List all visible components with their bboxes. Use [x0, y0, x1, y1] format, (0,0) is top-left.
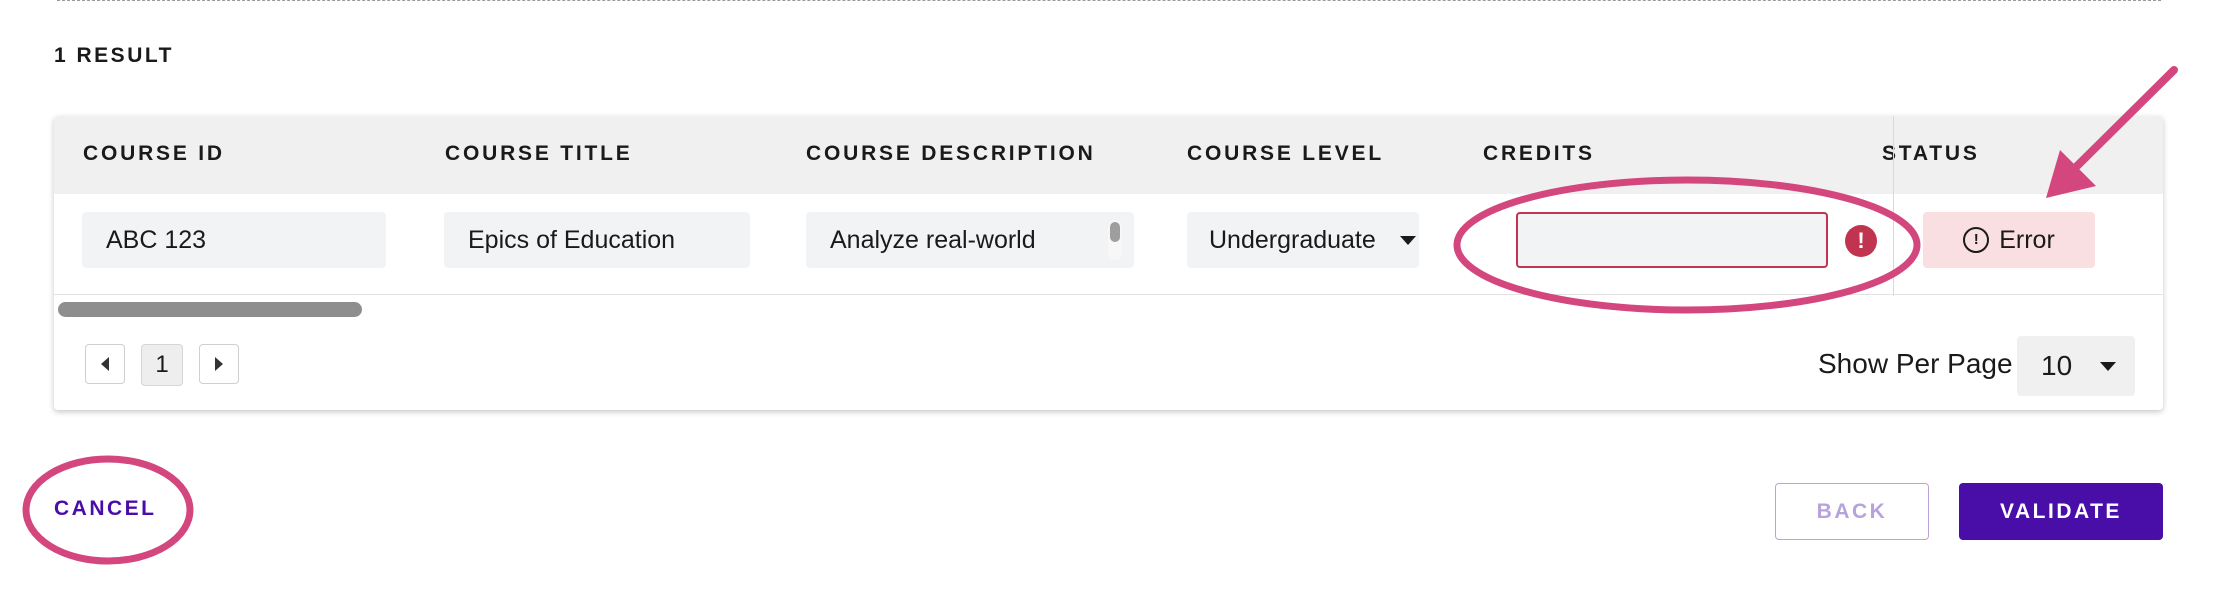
caret-left-icon — [101, 357, 109, 371]
course-description-field[interactable]: Analyze real-world — [806, 212, 1134, 268]
cancel-button[interactable]: CANCEL — [54, 497, 157, 521]
validate-button[interactable]: VALIDATE — [1959, 483, 2163, 540]
description-scroll-thumb[interactable] — [1110, 222, 1120, 242]
chevron-down-icon — [1399, 235, 1416, 245]
per-page-label: Show Per Page — [1818, 348, 2013, 379]
course-level-value: Undergraduate — [1209, 225, 1376, 254]
chevron-down-icon — [2100, 361, 2117, 371]
course-description-value: Analyze real-world — [830, 225, 1036, 254]
table-row: ABC 123 Epics of Education Analyze real-… — [54, 194, 2163, 295]
next-page-button[interactable] — [199, 344, 239, 384]
per-page-value: 10 — [2041, 350, 2073, 381]
header-course-title: COURSE TITLE — [445, 142, 633, 165]
header-course-id: COURSE ID — [83, 142, 225, 165]
alert-circle-icon: ! — [1963, 227, 1990, 253]
description-scrollbar[interactable] — [1108, 220, 1122, 260]
error-alert-icon: ! — [1845, 225, 1877, 257]
caret-right-icon — [215, 357, 223, 371]
status-label: Error — [1999, 225, 2055, 254]
course-level-select[interactable]: Undergraduate — [1187, 212, 1419, 268]
back-button[interactable]: BACK — [1775, 483, 1929, 540]
credits-input[interactable] — [1516, 212, 1828, 268]
course-title-field[interactable]: Epics of Education — [444, 212, 750, 268]
header-credits: CREDITS — [1483, 142, 1595, 165]
status-badge: ! Error — [1923, 212, 2095, 268]
result-count: 1 RESULT — [54, 44, 174, 67]
top-divider — [57, 0, 2161, 1]
previous-page-button[interactable] — [85, 344, 125, 384]
table-header-row: COURSE ID COURSE TITLE COURSE DESCRIPTIO… — [54, 116, 2163, 194]
course-id-field[interactable]: ABC 123 — [82, 212, 386, 268]
header-course-description: COURSE DESCRIPTION — [806, 142, 1096, 165]
current-page-indicator[interactable]: 1 — [141, 344, 183, 386]
horizontal-scrollbar-thumb[interactable] — [58, 302, 362, 317]
courses-table: COURSE ID COURSE TITLE COURSE DESCRIPTIO… — [54, 116, 2163, 410]
course-id-value: ABC 123 — [106, 225, 207, 254]
header-course-level: COURSE LEVEL — [1187, 142, 1384, 165]
per-page-select[interactable]: 10 — [2017, 336, 2135, 396]
course-title-value: Epics of Education — [468, 225, 676, 254]
